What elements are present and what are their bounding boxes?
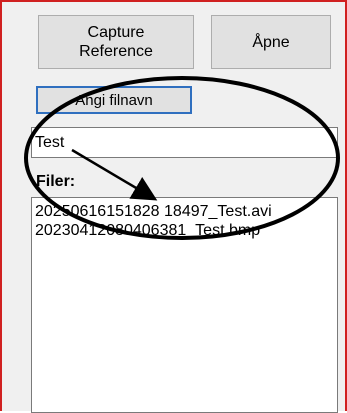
set-filename-button[interactable]: Angi filnavn — [36, 86, 192, 114]
files-label: Filer: — [36, 173, 76, 190]
filename-input-value: Test — [35, 134, 65, 151]
list-item[interactable]: 20230412080406381_Test.bmp — [35, 221, 337, 240]
filename-input[interactable]: Test — [31, 127, 338, 158]
capture-button-line2: Reference — [79, 43, 153, 60]
app-window: Capture Reference Åpne Angi filnavn Test… — [0, 0, 347, 413]
capture-button-line1: Capture — [87, 24, 145, 41]
files-list[interactable]: 20250616151828 18497_Test.avi 2023041208… — [31, 197, 338, 413]
capture-reference-button[interactable]: Capture Reference — [38, 15, 194, 69]
open-button[interactable]: Åpne — [211, 15, 331, 69]
list-item[interactable]: 20250616151828 18497_Test.avi — [35, 202, 337, 221]
